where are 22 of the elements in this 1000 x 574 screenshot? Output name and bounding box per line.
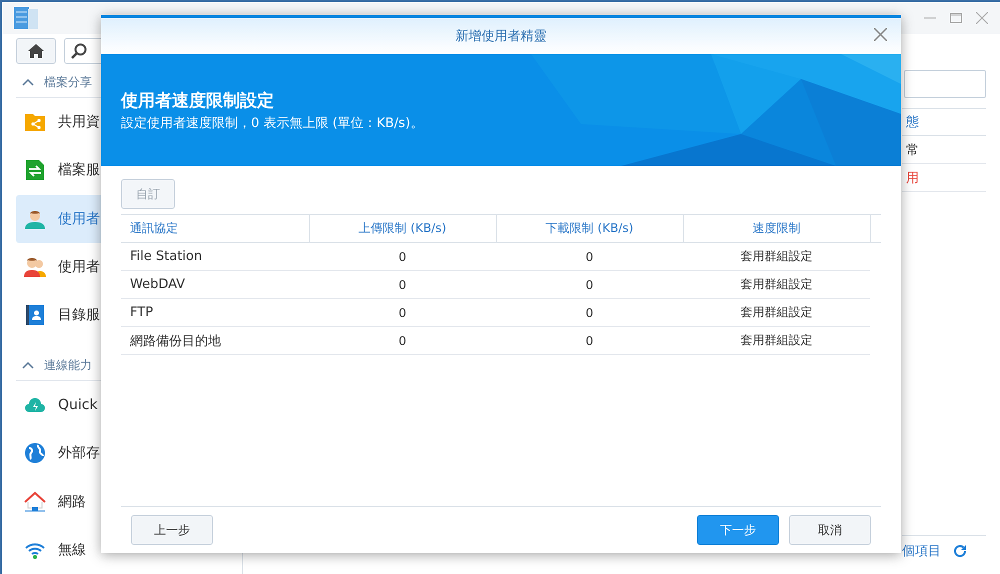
table-cell: WebDAV bbox=[121, 270, 309, 298]
dialog-title: 新增使用者精靈 bbox=[456, 28, 546, 45]
table-cell: 套用群組設定 bbox=[683, 270, 870, 298]
table-cell: 0 bbox=[496, 298, 683, 326]
table-cell: 0 bbox=[309, 242, 496, 270]
table-cell: 0 bbox=[496, 242, 683, 270]
step-description: 設定使用者速度限制，0 表示無上限 (單位：KB/s)。 bbox=[121, 114, 424, 132]
table-cell: 0 bbox=[309, 298, 496, 326]
status-cell: 常 bbox=[902, 136, 986, 164]
table-cell: 套用群組設定 bbox=[683, 298, 870, 326]
table-cell: 0 bbox=[496, 270, 683, 298]
item-count: 個項目 bbox=[902, 543, 941, 560]
step-heading: 使用者速度限制設定 bbox=[121, 90, 275, 112]
table-cell: 0 bbox=[309, 270, 496, 298]
table-cell: 套用群組設定 bbox=[683, 242, 870, 270]
status-cell: 用 bbox=[902, 164, 986, 192]
table-cell: File Station bbox=[121, 242, 309, 270]
table-cell: 0 bbox=[496, 326, 683, 354]
table-cell: 0 bbox=[309, 326, 496, 354]
table-cell: 網路備份目的地 bbox=[121, 326, 309, 354]
table-cell: 套用群組設定 bbox=[683, 326, 870, 354]
table-cell: FTP bbox=[121, 298, 309, 326]
